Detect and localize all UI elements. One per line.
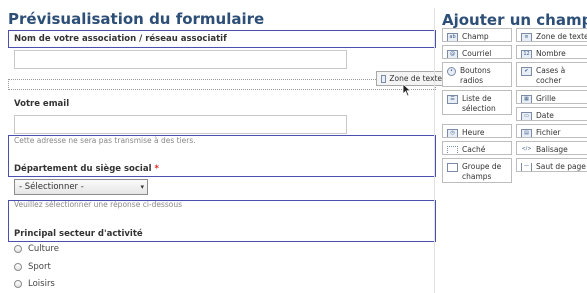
tool-textarea[interactable]: ≡ Zone de texte bbox=[516, 28, 587, 42]
email-label: Votre email bbox=[14, 99, 70, 109]
tool-fieldset[interactable]: Groupe de champs bbox=[442, 158, 512, 183]
tool-markup[interactable]: </> Balisage bbox=[516, 141, 587, 155]
radio-button-icon[interactable] bbox=[14, 280, 22, 288]
tool-select-list[interactable]: ☰ Liste de sélection bbox=[442, 90, 512, 115]
tool-textfield[interactable]: abChamp texte bbox=[442, 28, 512, 42]
checkbox-icon: ✔ bbox=[521, 67, 532, 76]
toolbox-title: Ajouter un champ bbox=[442, 11, 587, 29]
department-help: Veuillez sélectionner une réponse ci-des… bbox=[14, 200, 183, 209]
grid-icon: ▦ bbox=[521, 95, 532, 103]
department-select[interactable]: - Sélectionner - ▾ bbox=[14, 179, 148, 195]
radio-option[interactable]: Loisirs bbox=[14, 279, 55, 289]
textarea-icon bbox=[381, 74, 387, 83]
department-select-value: - Sélectionner - bbox=[19, 182, 84, 192]
tool-grid[interactable]: ▦ Grille bbox=[516, 90, 587, 104]
department-label: Département du siège social * bbox=[14, 164, 159, 174]
drop-zone[interactable] bbox=[8, 79, 436, 90]
date-icon: ▭ bbox=[521, 112, 532, 120]
preview-title: Prévisualisation du formulaire bbox=[8, 10, 265, 28]
tool-number[interactable]: 12 Nombre bbox=[516, 45, 587, 59]
email-help: Cette adresse ne sera pas transmise à de… bbox=[14, 136, 196, 145]
textarea-icon: ≡ bbox=[521, 33, 532, 41]
tool-checkbox[interactable]: ✔ Cases à cocher bbox=[516, 62, 587, 87]
file-icon: ▤ bbox=[521, 129, 532, 137]
number-icon: 12 bbox=[521, 50, 532, 58]
fieldset-icon bbox=[447, 163, 458, 172]
dropdown-arrow-icon: ▾ bbox=[140, 183, 144, 191]
tool-hidden[interactable]: Caché bbox=[442, 141, 512, 155]
tool-date[interactable]: ▭ Date bbox=[516, 107, 587, 121]
pagebreak-icon: — bbox=[521, 163, 532, 171]
panel-divider bbox=[434, 8, 435, 293]
association-label: Nom de votre association / réseau associ… bbox=[14, 34, 227, 44]
tool-file[interactable]: ▤ Fichier bbox=[516, 124, 587, 138]
tool-email[interactable]: @ Courriel bbox=[442, 45, 512, 59]
email-input[interactable] bbox=[14, 115, 347, 134]
time-icon: ◷ bbox=[447, 129, 458, 137]
tool-pagebreak[interactable]: — Saut de page bbox=[516, 158, 587, 172]
cursor-icon bbox=[402, 83, 412, 97]
tool-radio[interactable]: • Boutons radios bbox=[442, 62, 512, 87]
hidden-icon bbox=[447, 146, 458, 154]
required-marker: * bbox=[154, 164, 159, 174]
sector-label: Principal secteur d'activité bbox=[14, 229, 143, 239]
radio-button-icon[interactable] bbox=[14, 263, 22, 271]
association-input[interactable] bbox=[14, 50, 347, 69]
radio-button-icon[interactable] bbox=[14, 245, 22, 253]
radio-option[interactable]: Sport bbox=[14, 262, 51, 272]
email-icon: @ bbox=[447, 50, 458, 58]
radio-icon: • bbox=[447, 67, 456, 76]
textfield-icon: ab bbox=[447, 33, 458, 41]
radio-option[interactable]: Culture bbox=[14, 244, 59, 254]
markup-icon: </> bbox=[521, 146, 532, 152]
tool-time[interactable]: ◷ Heure bbox=[442, 124, 512, 138]
select-list-icon: ☰ bbox=[447, 95, 458, 104]
